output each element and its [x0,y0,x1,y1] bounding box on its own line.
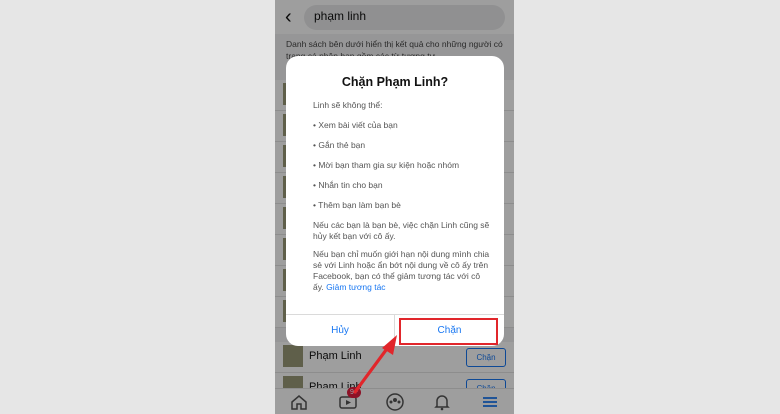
dialog-item: • Xem bài viết của bạn [313,120,398,130]
dialog-intro: Linh sẽ không thể: [313,100,383,110]
dialog-item: • Nhắn tin cho bạn [313,180,383,190]
dialog-note-unfriend: Nếu các bạn là bạn bè, việc chặn Linh cũ… [313,220,490,241]
dialog-body: Linh sẽ không thể: • Xem bài viết của bạ… [313,100,493,293]
dialog-item: • Gắn thẻ bạn [313,140,366,150]
dialog-title: Chặn Phạm Linh? [341,75,449,89]
reduce-interaction-link[interactable]: Giảm tương tác [326,282,385,292]
arrow-icon [353,335,397,394]
dialog-item: • Thêm bạn làm bạn bè [313,200,401,210]
dialog-note-limit: Nếu bạn chỉ muốn giới hạn nội dung mình … [313,249,493,293]
block-confirm-dialog: Chặn Phạm Linh? Linh sẽ không thể: • Xem… [286,56,504,346]
dialog-item: • Mời bạn tham gia sự kiện hoặc nhóm [313,160,460,170]
